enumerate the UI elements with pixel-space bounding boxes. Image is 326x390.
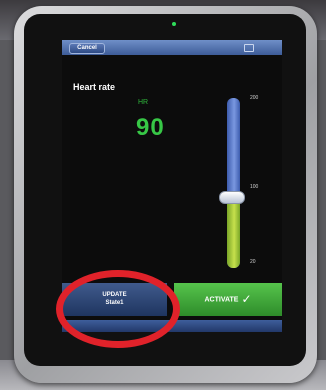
top-bar: Cancel — [62, 40, 282, 55]
activate-button[interactable]: ACTIVATE ✓ — [174, 283, 282, 316]
screen-icon[interactable] — [244, 44, 254, 52]
slider-mid-label: 100 — [250, 184, 259, 190]
checkmark-icon: ✓ — [241, 292, 252, 306]
heart-rate-slider-fill — [227, 195, 240, 268]
hr-label: HR — [138, 99, 149, 106]
top-bar-title — [158, 43, 208, 52]
heart-rate-slider-handle[interactable] — [219, 191, 245, 204]
highlight-circle — [56, 270, 180, 348]
status-led-icon — [172, 22, 176, 26]
slider-max-label: 200 — [250, 95, 259, 101]
panel-title: Heart rate — [73, 82, 116, 92]
hr-value: 90 — [136, 114, 165, 141]
slider-min-label: 20 — [250, 259, 256, 265]
activate-button-label: ACTIVATE — [204, 296, 239, 304]
cancel-button[interactable]: Cancel — [69, 43, 105, 54]
